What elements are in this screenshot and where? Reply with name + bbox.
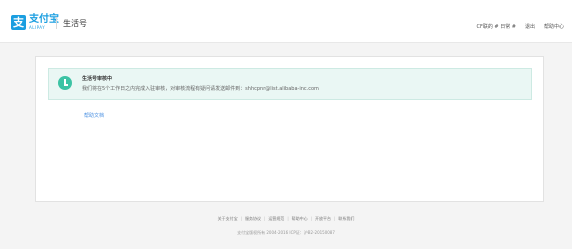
logout-link[interactable]: 退出 [525,23,535,31]
footer-link-terms[interactable]: 服务协议 [245,216,261,221]
notice-title: 生活号审核中 [82,76,113,82]
footer-separator: | [287,216,289,221]
top-nav: CF联的 # 日常 # 退出 帮助中心 [476,23,564,31]
main-panel: 生活号审核中 我们将在5个工作日之内完成入驻审核，对审核流程有疑问请发送邮件到：… [35,56,544,202]
logo-name-en: ALIPAY [29,24,46,30]
footer-separator: | [240,216,242,221]
footer-links: 关于支付宝 | 服务协议 | 运营规范 | 帮助中心 | 开放平台 | 联系我们 [0,216,572,222]
alipay-logo-text: 支付宝 ALIPAY [29,13,59,30]
footer-copyright: 支付宝版权所有 2004-2016 ICP证：沪B2-20150087 [237,230,335,235]
footer-link-rules[interactable]: 运营规范 [268,216,284,221]
footer-separator: | [334,216,336,221]
header-divider [56,17,57,29]
footer-separator: | [310,216,313,221]
footer-link-about[interactable]: 关于支付宝 [218,216,238,221]
top-header: 支 支付宝 ALIPAY 生活号 CF联的 # 日常 # 退出 帮助中心 [0,0,572,43]
footer-link-contact[interactable]: 联系我们 [338,216,354,221]
help-doc-link[interactable]: 帮助文档 [84,113,104,120]
alipay-logo-icon: 支 [11,14,26,30]
footer-link-open-platform[interactable]: 开放平台 [315,216,331,221]
footer-separator: | [263,216,266,221]
account-link[interactable]: CF联的 # 日常 # [476,23,516,31]
notice-description: 我们将在5个工作日之内完成入驻审核，对审核流程有疑问请发送邮件到：shhcpnr… [82,86,319,92]
logo-name-cn: 支付宝 [29,13,59,25]
check-circle-icon [58,76,72,90]
alipay-logo[interactable]: 支 支付宝 ALIPAY [11,13,59,31]
app-title: 生活号 [63,19,87,28]
help-center-link[interactable]: 帮助中心 [544,23,564,31]
review-notice: 生活号审核中 我们将在5个工作日之内完成入驻审核，对审核流程有疑问请发送邮件到：… [48,68,532,100]
footer-link-help[interactable]: 帮助中心 [292,216,308,221]
